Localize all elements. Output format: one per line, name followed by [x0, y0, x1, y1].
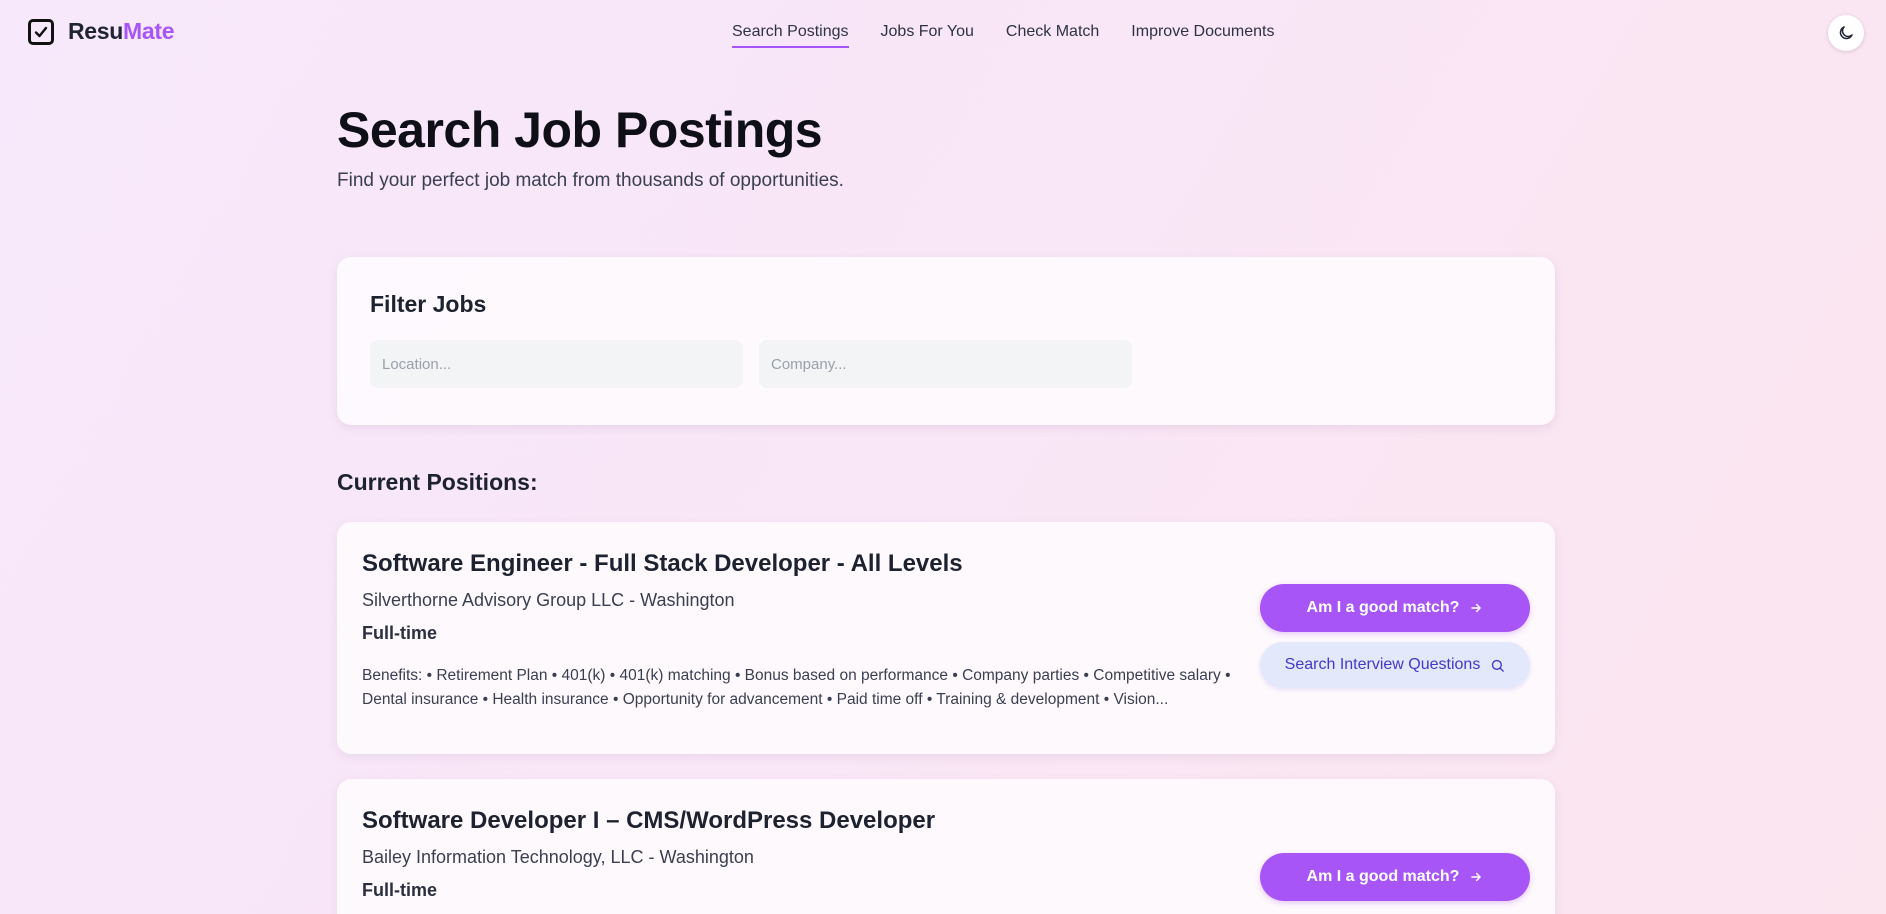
page-subtitle: Find your perfect job match from thousan… — [337, 170, 844, 191]
good-match-label: Am I a good match? — [1306, 868, 1460, 885]
interview-questions-label: Search Interview Questions — [1284, 656, 1481, 673]
theme-toggle-button[interactable] — [1828, 15, 1864, 51]
filter-card: Filter Jobs — [337, 257, 1555, 425]
page-title: Search Job Postings — [337, 102, 823, 158]
good-match-label: Am I a good match? — [1306, 599, 1460, 616]
filter-title: Filter Jobs — [370, 291, 487, 317]
arrow-right-icon — [1471, 872, 1482, 882]
brand-logo[interactable]: ResuMate — [28, 18, 175, 45]
main-nav: Search Postings Jobs For You Check Match… — [732, 23, 1274, 48]
company-input[interactable] — [759, 340, 1132, 388]
location-input[interactable] — [370, 340, 743, 388]
checkbox-logo-icon — [28, 18, 54, 45]
nav-search-postings[interactable]: Search Postings — [732, 23, 849, 48]
brand-name: ResuMate — [68, 18, 175, 45]
nav-improve-documents[interactable]: Improve Documents — [1131, 23, 1274, 48]
top-header: ResuMate Search Postings Jobs For You Ch… — [0, 0, 1886, 66]
current-positions-heading: Current Positions: — [337, 469, 538, 495]
job-card: Software Developer I – CMS/WordPress Dev… — [337, 779, 1555, 914]
brand-accent: Mate — [123, 18, 175, 44]
job-actions: Am I a good match? Search Interview Ques… — [1260, 584, 1530, 688]
brand-prefix: Resu — [68, 18, 124, 44]
nav-jobs-for-you[interactable]: Jobs For You — [881, 23, 974, 48]
search-icon — [1492, 659, 1505, 672]
filter-row — [370, 340, 1522, 388]
moon-icon — [1839, 26, 1853, 40]
good-match-button[interactable]: Am I a good match? — [1260, 584, 1530, 632]
search-interview-questions-button[interactable]: Search Interview Questions — [1260, 642, 1530, 688]
main-content: Search Job Postings Find your perfect jo… — [337, 100, 1555, 914]
job-card: Software Engineer - Full Stack Developer… — [337, 522, 1555, 754]
job-actions: Am I a good match? — [1260, 853, 1530, 901]
job-title: Software Engineer - Full Stack Developer… — [362, 550, 963, 577]
good-match-button[interactable]: Am I a good match? — [1260, 853, 1530, 901]
arrow-right-icon — [1471, 603, 1482, 613]
nav-check-match[interactable]: Check Match — [1006, 23, 1099, 48]
job-title: Software Developer I – CMS/WordPress Dev… — [362, 807, 936, 834]
job-description: Benefits: • Retirement Plan • 401(k) • 4… — [362, 667, 1231, 708]
